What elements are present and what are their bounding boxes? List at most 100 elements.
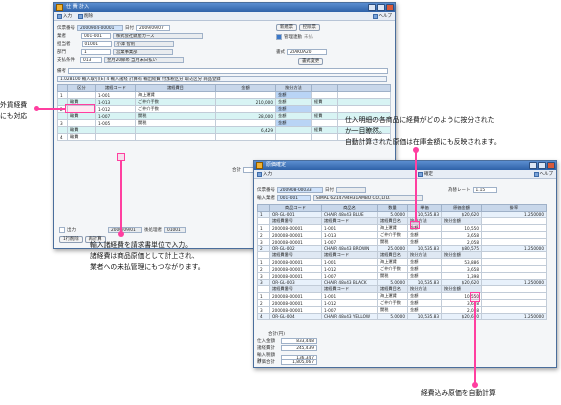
expense-amount-highlight <box>117 153 125 161</box>
callout-bottom-line1: 輸入諸経費を請求書単位で入力。 <box>90 241 192 249</box>
table-row[interactable]: 輸費 6,429 経費 <box>57 126 391 134</box>
person-name-field: 小澤 智則 <box>113 41 174 47</box>
input-tool-button[interactable]: 入力 <box>57 13 72 19</box>
table-row[interactable]: 輸費 1-007 関税 28,000 金額 経費 <box>57 112 391 120</box>
summary-label: 合計(円) <box>268 332 286 337</box>
callout-foreign-expense-line2: にも対応 <box>0 112 28 120</box>
importer-name-field: SIMAL 6214794H31AMBO CO.,LTD. <box>313 195 423 201</box>
payment-terms-label: 支払条件 <box>57 58 75 63</box>
callout-allocation-line2: か一目瞭然。 <box>345 127 386 135</box>
slip-number-label: 伝票番号 <box>257 188 275 193</box>
sub-row: 3 200008-00001 1-007 関税 金額 2,058 <box>257 306 547 314</box>
slip-number-field[interactable]: 200908-00033 <box>277 187 323 193</box>
app-icon <box>256 162 263 169</box>
payment-terms-name-field: 翌月20締め 当月末日払い <box>104 57 184 63</box>
confirm-icon <box>418 171 423 177</box>
help-icon <box>533 171 539 177</box>
item-row[interactable]: 4 OR-GL-004 CHAIR 48x43 YELLOW 5.0000 10,535… <box>257 313 547 320</box>
cost-window-titlebar: 原価確定 <box>254 161 556 170</box>
sub-header-row: 諸経費番号 諸経費コード 諸経費目名 按分方法 按分金額 <box>257 251 547 259</box>
input-icon <box>57 13 62 19</box>
slip-number-field[interactable]: 2000904-00001 <box>77 25 123 31</box>
mgmt-link-checkbox[interactable] <box>276 34 282 40</box>
maximize-button[interactable] <box>377 4 385 11</box>
maximize-button[interactable] <box>538 162 546 169</box>
payment-terms-code-field[interactable]: 013 <box>80 57 102 63</box>
grid-header-no <box>57 84 68 92</box>
close-button[interactable] <box>386 4 394 11</box>
sub-row: 3 200008-00001 1-007 関税 金額 1,398 <box>257 272 547 280</box>
table-row[interactable]: 21-012ご仲介手数金額 <box>57 105 391 113</box>
grid-header-item: 諸経費目 <box>135 84 216 92</box>
format-field[interactable]: ZIAKOA20 <box>287 49 327 55</box>
sub-row: 2 200008-00001 1-013 ご仲介手数 金額 3,658 <box>257 231 547 239</box>
format-label: 書式 <box>276 50 285 55</box>
help-tool-button[interactable]: ヘルプ <box>372 13 392 19</box>
confirm-tool-button[interactable]: 確定 <box>418 171 433 177</box>
minimize-button[interactable] <box>368 4 376 11</box>
new-slip-button[interactable]: 新規票 <box>276 24 297 31</box>
supplier-code-field[interactable]: 001-001 <box>81 33 111 39</box>
rate-label: 為替レート <box>448 188 471 193</box>
expense-window-titlebar: 仕 費 計入 <box>54 3 395 12</box>
callout-allocation-line1: 仕入明細の各商品に経費がどのように按分された <box>345 116 495 124</box>
currency-settings-row[interactable]: 1.028100 輸入取引(E) 4 輸入諸経 計算有 輸出経費 付加税区分 取… <box>57 76 387 82</box>
sub-row: 1 200008-00001 1-001 海上運賃 金額 53,886 <box>257 258 547 266</box>
grid-header-blank <box>337 84 391 92</box>
input-icon <box>257 171 262 177</box>
dept-name-field: 営業事業部 <box>113 49 173 55</box>
date-field <box>336 187 366 193</box>
callout-foreign-expense-line1: 外貨経費 <box>0 101 28 109</box>
grid-header-extra <box>311 84 338 92</box>
summary-expense-value: 245,439 <box>281 345 317 351</box>
sub-header-row: 諸経費番号 諸経費コード 諸経費目名 按分方法 按分金額 <box>257 285 547 293</box>
slip-number-label: 伝票番号 <box>57 26 75 31</box>
date-label: 日付 <box>125 26 134 31</box>
table-row[interactable]: 4 輸費 <box>57 133 391 141</box>
sub-header-row: 諸経費番号 諸経費コード 諸経費目名 按分方法 按分金額 <box>257 217 547 225</box>
date-label: 日付 <box>325 188 334 193</box>
date-field[interactable]: 2009/09/07 <box>136 25 170 31</box>
allocation-connector <box>415 149 417 221</box>
importer-code-field[interactable]: 001-001 <box>277 195 311 201</box>
help-tool-button[interactable]: ヘルプ <box>533 171 553 177</box>
summary-expense-label: 諸経費計 <box>257 346 275 351</box>
foreign-expense-highlight <box>65 104 95 113</box>
table-row[interactable]: 3 1-005 関税 金額 <box>57 119 391 127</box>
memo-field[interactable] <box>68 68 388 74</box>
auto-cost-highlight <box>470 292 480 302</box>
rate-field[interactable]: 1.15 <box>472 187 497 193</box>
sub-row: 1 200008-00001 1-001 海上運賃 金額 10,550 <box>257 292 547 300</box>
change-format-button[interactable]: 書式変更 <box>298 58 324 65</box>
callout-auto-cost: 経費込み原価を自動計算 <box>421 389 496 397</box>
output-checkbox[interactable] <box>59 227 65 233</box>
summary-purchase-value: 833,448 <box>281 338 317 344</box>
callout-bottom-line3: 業者への未払管理にもつながります。 <box>90 263 205 271</box>
cost-grid-header: 商品コード 商品名 数量 単価 原価金額 掛率 <box>257 204 547 212</box>
delete-row-tab[interactable]: 1行削除 <box>59 236 83 243</box>
help-icon <box>372 13 378 19</box>
cost-toolbar: 入力 確定 ヘルプ <box>254 170 556 179</box>
sub-row: 1 200008-00001 1-001 海上運賃 金額 10,550 <box>257 224 547 232</box>
grid-header-amount: 金額 <box>215 84 276 92</box>
close-button[interactable] <box>547 162 555 169</box>
importer-label: 輸入業者 <box>257 196 275 201</box>
delete-tool-button[interactable]: 削除 <box>78 13 93 19</box>
expense-amount-connector <box>120 161 122 233</box>
output-date-field: 2000/09/01 <box>108 227 142 233</box>
dept-code-field[interactable]: 1 <box>81 49 111 55</box>
callout-bottom-line2: 諸経費は商品原価として計上され、 <box>90 252 199 260</box>
person-code-field[interactable]: 01001 <box>81 41 112 47</box>
sub-row: 3 200008-00001 1-007 関税 金額 2,058 <box>257 238 547 246</box>
foreign-expense-connector <box>37 108 65 110</box>
input-tool-button[interactable]: 入力 <box>257 171 272 177</box>
cost-grid: 商品コード 商品名 数量 単価 原価金額 掛率 1 OR-GL-001 CHAIR … <box>257 204 547 320</box>
dept-label: 部門 <box>57 50 66 55</box>
table-row[interactable]: 1 1-001 海上運賃 金額 <box>57 91 391 99</box>
minimize-button[interactable] <box>529 162 537 169</box>
sub-row: 2 200008-00001 1-012 ご仲介手数 金額 3,658 <box>257 265 547 273</box>
allocation-highlight <box>410 221 420 229</box>
copy-slip-button[interactable]: 控除票 <box>298 24 320 31</box>
table-row[interactable]: 輸費 1-013 ご仲介手数 210,000 金額 経費 <box>57 98 391 106</box>
supplier-label: 業者 <box>57 34 66 39</box>
